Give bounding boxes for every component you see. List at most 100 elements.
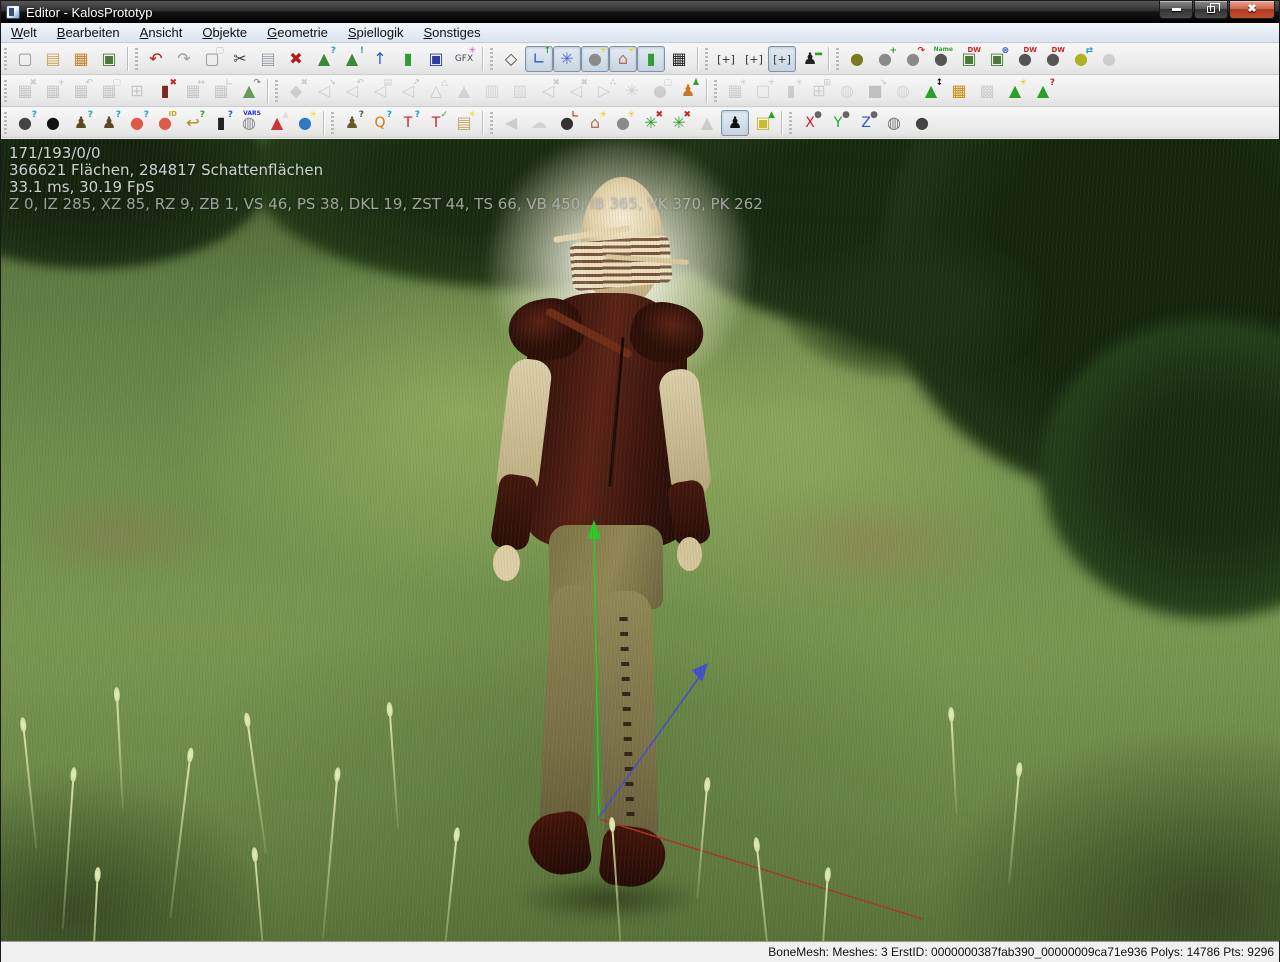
house-sun-button[interactable]: ⌂✳: [581, 110, 609, 136]
overlay-glyph: ↶: [85, 79, 93, 88]
star-terrain-button[interactable]: ●✳: [609, 110, 637, 136]
open-folder-button[interactable]: ▤: [39, 46, 67, 72]
walk-mode-button[interactable]: ♟▂: [796, 46, 824, 72]
toolbar-grip[interactable]: [489, 48, 494, 70]
pickle-object-button[interactable]: ▮: [394, 46, 422, 72]
balloon-id-button[interactable]: ●ID: [151, 110, 179, 136]
focus-near-icon: [+]: [773, 54, 791, 65]
two-people-button[interactable]: ♟♟: [674, 78, 702, 104]
cones-button[interactable]: ▲▲: [263, 110, 291, 136]
raise-object-button[interactable]: ↑: [366, 46, 394, 72]
toolbar-grip[interactable]: [788, 112, 793, 134]
grid-display-button[interactable]: ▦: [665, 46, 693, 72]
quest-question-button[interactable]: Q?: [366, 110, 394, 136]
sphere-move-button[interactable]: ●+: [871, 46, 899, 72]
toolbar-grip[interactable]: [330, 112, 335, 134]
paste-button[interactable]: ▤: [254, 46, 282, 72]
sphere-name-button[interactable]: ●Name: [927, 46, 955, 72]
copy-button[interactable]: ▢▢: [198, 46, 226, 72]
focus-mid-button[interactable]: [+]: [740, 46, 768, 72]
focus-near-toggle[interactable]: [+]: [768, 46, 796, 72]
focus-far-button[interactable]: [+]: [712, 46, 740, 72]
terrain-mesh-button[interactable]: ▦: [945, 78, 973, 104]
dark-poly-button: ■↘: [861, 78, 889, 104]
toolbar-grip[interactable]: [489, 112, 494, 134]
camera-x-button[interactable]: X●: [796, 110, 824, 136]
bug-delete2-button[interactable]: ✳✖: [665, 110, 693, 136]
camera-y-button[interactable]: Y●: [824, 110, 852, 136]
sphere-dark-button[interactable]: ●: [908, 110, 936, 136]
projector-button: ◀: [497, 110, 525, 136]
render-frame-button[interactable]: ▣: [422, 46, 450, 72]
portal-delete-button[interactable]: ▮✖: [151, 78, 179, 104]
tree-question-button[interactable]: ▲?: [310, 46, 338, 72]
menu-item-welt[interactable]: Welt: [1, 23, 47, 42]
menu-item-ansicht[interactable]: Ansicht: [130, 23, 193, 42]
menu-item-geometrie[interactable]: Geometrie: [257, 23, 338, 42]
tree-exclaim-button[interactable]: ▲!: [338, 46, 366, 72]
terrain-question-button[interactable]: ▲?: [1029, 78, 1057, 104]
close-button[interactable]: ✖: [1229, 1, 1275, 19]
person-question2-button[interactable]: ♟?: [95, 110, 123, 136]
menu-item-objekte[interactable]: Objekte: [192, 23, 257, 42]
text-people-check-button[interactable]: T✓: [422, 110, 450, 136]
axes-display-toggle[interactable]: ∟↑: [525, 46, 553, 72]
sphere-checkered-button[interactable]: ◍: [880, 110, 908, 136]
globe-star-button[interactable]: ●✳: [291, 110, 319, 136]
gfx-settings-button[interactable]: GFX✳: [450, 46, 478, 72]
new-file-button[interactable]: ▢: [11, 46, 39, 72]
camera-z-button[interactable]: Z●: [852, 110, 880, 136]
door-stats-button[interactable]: ▮?: [207, 110, 235, 136]
terrain-star-button[interactable]: ▲✳: [1001, 78, 1029, 104]
save-button[interactable]: ▣: [95, 46, 123, 72]
text-people-question-button[interactable]: T?: [394, 110, 422, 136]
black-sphere-button[interactable]: ●: [39, 110, 67, 136]
bomb-sphere-button[interactable]: ●: [843, 46, 871, 72]
title-bar[interactable]: Editor - KalosPrototyp ✖: [1, 1, 1279, 23]
undo-button[interactable]: ↶: [142, 46, 170, 72]
menu-item-sonstiges[interactable]: Sonstiges: [414, 23, 491, 42]
run-figure-toggle[interactable]: ♟: [721, 110, 749, 136]
save-dw-button[interactable]: ▣DW: [955, 46, 983, 72]
viewport-3d[interactable]: 171/193/0/0 366621 Flächen, 284817 Schat…: [1, 139, 1280, 941]
sphere-save-dw2-button[interactable]: ●DW: [1039, 46, 1067, 72]
editor-window: Editor - KalosPrototyp ✖ WeltBearbeitenA…: [0, 0, 1280, 962]
menu-item-bearbeiten[interactable]: Bearbeiten: [47, 23, 130, 42]
toolbar-grip[interactable]: [274, 80, 279, 102]
sphere-rotate-button[interactable]: ●↷: [899, 46, 927, 72]
book-star-button[interactable]: ▤✳: [450, 110, 478, 136]
arrow-question-button[interactable]: ↩?: [179, 110, 207, 136]
sphere-script-button[interactable]: ●?: [11, 110, 39, 136]
minimap-button[interactable]: ▣▲: [749, 110, 777, 136]
vars-sphere-button[interactable]: ◍VARS: [235, 110, 263, 136]
toolbar-grip[interactable]: [704, 48, 709, 70]
pickle-display-toggle[interactable]: ▮: [637, 46, 665, 72]
sphere-axes-button[interactable]: ●∟: [553, 110, 581, 136]
menu-item-spiellogik[interactable]: Spiellogik: [338, 23, 414, 42]
toolbar-grip[interactable]: [3, 112, 8, 134]
sphere-save-dw-button[interactable]: ●DW: [1011, 46, 1039, 72]
toolbar-grip[interactable]: [3, 48, 8, 70]
terrain-raise-lower-button[interactable]: ▲↕: [917, 78, 945, 104]
wireframe-cube-button[interactable]: ◇: [497, 46, 525, 72]
balloon-question-button[interactable]: ●?: [123, 110, 151, 136]
spheres-swap-button[interactable]: ●⇄: [1067, 46, 1095, 72]
toolbar-grip[interactable]: [713, 80, 718, 102]
delete-button[interactable]: ✖: [282, 46, 310, 72]
toolbar-grip[interactable]: [835, 48, 840, 70]
texture-palette-button[interactable]: ▦: [67, 46, 95, 72]
toolbar-grip[interactable]: [134, 48, 139, 70]
snowflake-toggle[interactable]: ✳: [553, 46, 581, 72]
toolbar-grip[interactable]: [3, 80, 8, 102]
person-question-button[interactable]: ♟?: [67, 110, 95, 136]
house-display-toggle[interactable]: ⌂✳: [609, 46, 637, 72]
light-shadow-toggle[interactable]: ●✳: [581, 46, 609, 72]
restore-button[interactable]: [1194, 1, 1228, 19]
cut-button[interactable]: ✂: [226, 46, 254, 72]
redo-button[interactable]: ↷: [170, 46, 198, 72]
bug-delete-button[interactable]: ✳✖: [637, 110, 665, 136]
save-close-button[interactable]: ▣⊗: [983, 46, 1011, 72]
terrain-person-question-button[interactable]: ♟?: [338, 110, 366, 136]
tree-copy-button[interactable]: ▲↷: [235, 78, 263, 104]
minimize-button[interactable]: [1159, 1, 1193, 19]
